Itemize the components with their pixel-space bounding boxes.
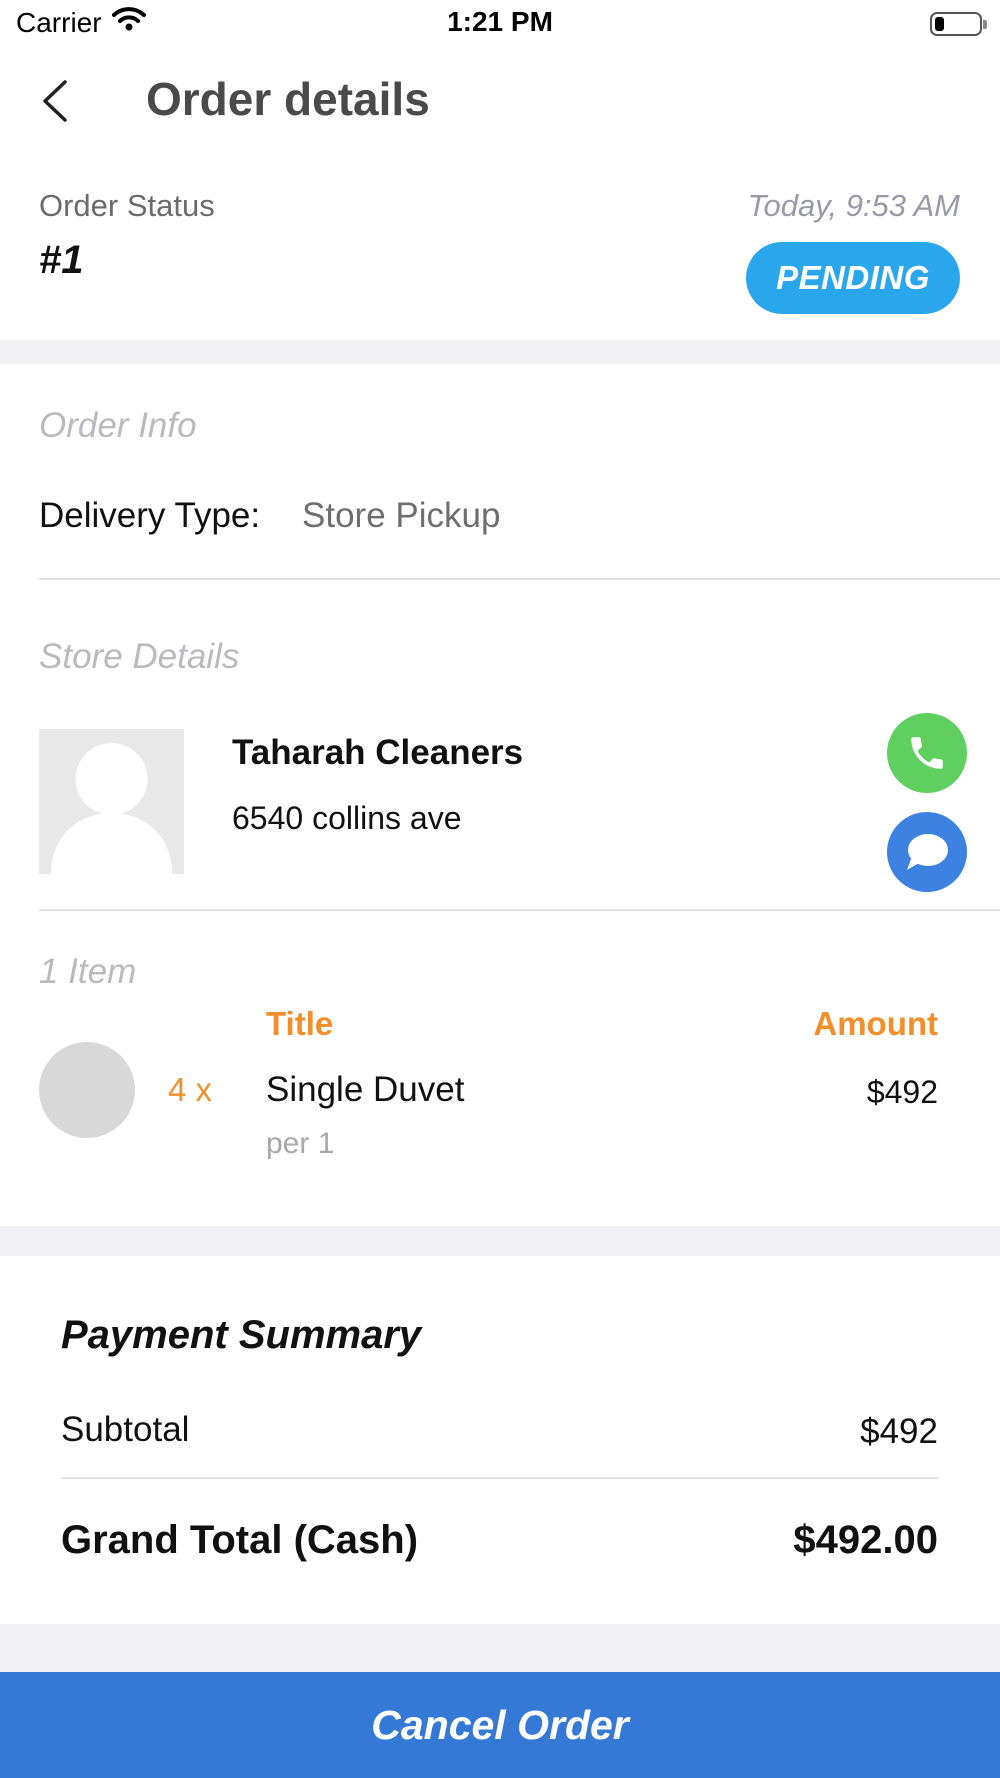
phone-icon (911, 737, 943, 769)
store-address: 6540 collins ave (232, 800, 462, 836)
divider (61, 1477, 938, 1479)
order-timestamp: Today, 9:53 AM (747, 188, 960, 223)
order-info-heading: Order Info (39, 406, 197, 445)
item-count: 1 Item (39, 952, 137, 991)
chevron-left-icon (43, 80, 67, 122)
item-quantity: 4 x (168, 1071, 213, 1108)
cancel-order-button[interactable]: Cancel Order (0, 1672, 1000, 1778)
item-amount: $492 (866, 1074, 938, 1110)
status-badge: PENDING (746, 242, 960, 314)
user-placeholder-icon (51, 743, 172, 874)
grand-total-label: Grand Total (Cash) (61, 1518, 419, 1562)
store-details-heading: Store Details (39, 637, 240, 676)
delivery-type-label: Delivery Type: (39, 496, 261, 535)
store-name: Taharah Cleaners (232, 733, 524, 772)
grand-total-value: $492.00 (793, 1518, 938, 1562)
status-bar-time: 1:21 PM (447, 6, 553, 37)
chat-button[interactable] (887, 812, 967, 892)
divider (39, 909, 1000, 911)
call-button[interactable] (887, 713, 967, 793)
delivery-type-value: Store Pickup (302, 496, 501, 535)
column-header-amount: Amount (813, 1005, 938, 1042)
divider (39, 578, 1000, 580)
footer-separator (0, 1624, 1000, 1672)
column-header-title: Title (266, 1005, 334, 1042)
subtotal-value: $492 (860, 1412, 938, 1451)
chat-bubble-icon (907, 834, 948, 870)
subtotal-label: Subtotal (61, 1410, 190, 1449)
page-title: Order details (146, 73, 430, 125)
battery-icon (930, 12, 987, 36)
order-status-label: Order Status (39, 188, 215, 223)
section-separator (0, 1226, 1000, 1256)
store-avatar (39, 729, 184, 874)
section-separator (0, 340, 1000, 364)
payment-summary-heading: Payment Summary (61, 1313, 422, 1357)
item-title: Single Duvet (266, 1070, 465, 1109)
item-unit: per 1 (266, 1127, 335, 1160)
order-number: #1 (39, 238, 84, 282)
back-button[interactable] (28, 74, 82, 128)
item-thumbnail (39, 1042, 135, 1138)
